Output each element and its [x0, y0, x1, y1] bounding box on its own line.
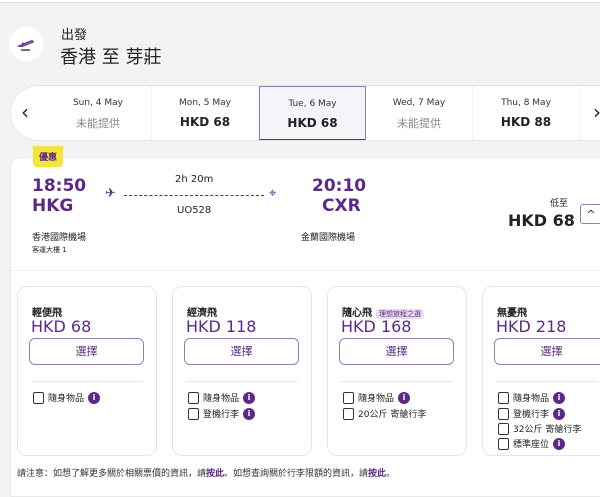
- feature-label: 登機行李: [513, 410, 550, 420]
- fare-feature: 20公斤 寄艙行李: [343, 407, 426, 420]
- info-icon[interactable]: i: [243, 391, 256, 404]
- note-text: 請注意：如想了解更多關於相關票價的資訊，請: [17, 469, 207, 479]
- feature-label: 隨身物品: [203, 394, 240, 404]
- date-label: Mon, 5 May: [179, 98, 231, 108]
- fare-feature: 標準座位 i: [498, 437, 566, 450]
- fare-feature: 隨身物品 i: [188, 391, 256, 404]
- divider: [10, 270, 600, 271]
- arrival-time: 20:10: [312, 176, 367, 196]
- next-date-arrow-icon[interactable]: ›: [593, 100, 600, 124]
- baggage-info-link[interactable]: 按此: [368, 469, 386, 479]
- divider: [186, 381, 298, 382]
- suitcase-icon: [498, 422, 509, 435]
- date-tab[interactable]: Sun, 4 May 未能提供: [45, 86, 152, 140]
- top-bar: [0, 0, 600, 3]
- departure-airport: 香港國際機場: [32, 233, 87, 243]
- seat-icon: [498, 437, 509, 450]
- prev-date-arrow-icon[interactable]: ‹: [21, 100, 29, 124]
- note-text: 。如想查詢關於行李限額的資訊，請: [224, 469, 369, 479]
- flight-duration: 2h 20m: [175, 174, 214, 185]
- feature-label: 32公斤 寄艙行李: [513, 425, 582, 435]
- date-price: HKD 68: [287, 116, 338, 130]
- arrival-code: CXR: [322, 196, 361, 216]
- divider: [31, 381, 143, 382]
- departure-plane-icon: [9, 27, 43, 61]
- flight-number: UO528: [177, 205, 212, 216]
- date-tab[interactable]: Wed, 7 May 未能提供: [366, 86, 473, 140]
- plane-icon: ✈: [105, 186, 116, 201]
- date-price: HKD 68: [179, 115, 231, 129]
- fare-feature: 隨身物品 i: [498, 391, 566, 404]
- backpack-icon: [343, 391, 354, 404]
- location-pin-icon: ⌖: [269, 186, 277, 201]
- date-price: HKD 88: [500, 115, 552, 129]
- date-label: Sun, 4 May: [72, 98, 124, 108]
- from-label: 低至: [550, 199, 569, 209]
- date-label: Tue, 6 May: [288, 99, 337, 109]
- carry-on-icon: [188, 391, 199, 404]
- date-price: 未能提供: [397, 117, 441, 130]
- note-text: 。: [386, 469, 396, 479]
- arrival-airport: 金蘭國際機場: [301, 233, 356, 243]
- info-icon[interactable]: i: [398, 391, 411, 404]
- select-button[interactable]: 選擇: [339, 338, 454, 365]
- date-label: Wed, 7 May: [392, 98, 446, 108]
- date-selector: ‹ Sun, 4 May 未能提供 Mon, 5 May HKD 68 Tue, 6…: [10, 85, 600, 141]
- backpack-icon: [33, 391, 44, 404]
- fare-card: 隨心飛 理想旅程之選 HKD 168 選擇 隨身物品 i 20公斤 寄艙行李: [327, 286, 467, 456]
- backpack-icon: [498, 391, 509, 404]
- fare-card: 經濟飛 HKD 118 選擇 隨身物品 i 登機行李 i: [172, 286, 312, 456]
- select-button[interactable]: 選擇: [29, 338, 144, 365]
- fare-feature: 32公斤 寄艙行李: [498, 422, 581, 435]
- fare-card: 無憂飛 HKD 218 選擇 隨身物品 i 登機行李 i 32公斤 寄艙行李 標準座…: [482, 286, 600, 456]
- route-line: [124, 195, 264, 196]
- collapse-chevron-up-icon[interactable]: ^: [580, 204, 600, 224]
- fare-feature: 登機行李 i: [498, 407, 566, 420]
- feature-label: 登機行李: [203, 410, 240, 420]
- fare-price: HKD 118: [186, 317, 257, 336]
- fare-feature: 隨身物品 i: [33, 391, 101, 404]
- fare-price: HKD 168: [341, 317, 412, 336]
- lowest-price: HKD 68: [508, 211, 575, 230]
- departure-time: 18:50: [32, 176, 87, 196]
- fare-feature: 隨身物品 i: [343, 391, 411, 404]
- feature-label: 隨身物品: [358, 394, 395, 404]
- departure-terminal: 客運大樓 1: [32, 246, 67, 254]
- cabin-bag-icon: [498, 407, 509, 420]
- feature-label: 隨身物品: [513, 394, 550, 404]
- info-icon[interactable]: i: [553, 437, 566, 450]
- cabin-bag-icon: [188, 407, 199, 420]
- suitcase-icon: [343, 407, 354, 420]
- departure-code: HKG: [32, 196, 74, 216]
- info-icon[interactable]: i: [553, 407, 566, 420]
- route-title: 香港 至 芽莊: [60, 47, 162, 68]
- date-tab-selected[interactable]: Tue, 6 May HKD 68: [259, 86, 366, 140]
- feature-label: 20公斤 寄艙行李: [358, 410, 427, 420]
- fare-price: HKD 68: [31, 317, 92, 336]
- fare-info-link[interactable]: 按此: [206, 469, 224, 479]
- direction-label: 出發: [61, 28, 88, 43]
- date-label: Thu, 8 May: [501, 98, 551, 108]
- feature-label: 標準座位: [513, 440, 550, 450]
- date-tab[interactable]: Thu, 8 May HKD 88: [473, 86, 580, 140]
- date-tab[interactable]: Mon, 5 May HKD 68: [152, 86, 259, 140]
- fare-feature: 登機行李 i: [188, 407, 256, 420]
- info-icon[interactable]: i: [88, 391, 101, 404]
- divider: [341, 381, 453, 382]
- fare-price: HKD 218: [496, 317, 567, 336]
- date-price: 未能提供: [76, 117, 120, 130]
- divider: [496, 381, 598, 382]
- fare-card: 輕便飛 HKD 68 選擇 隨身物品 i: [17, 286, 157, 456]
- info-icon[interactable]: i: [243, 407, 256, 420]
- select-button[interactable]: 選擇: [494, 338, 600, 365]
- feature-label: 隨身物品: [48, 394, 85, 404]
- select-button[interactable]: 選擇: [184, 338, 299, 365]
- deal-badge: 優惠: [33, 146, 64, 167]
- info-icon[interactable]: i: [553, 391, 566, 404]
- fare-note: 請注意：如想了解更多關於相關票價的資訊，請按此。如想查詢關於行李限額的資訊，請按…: [17, 466, 395, 479]
